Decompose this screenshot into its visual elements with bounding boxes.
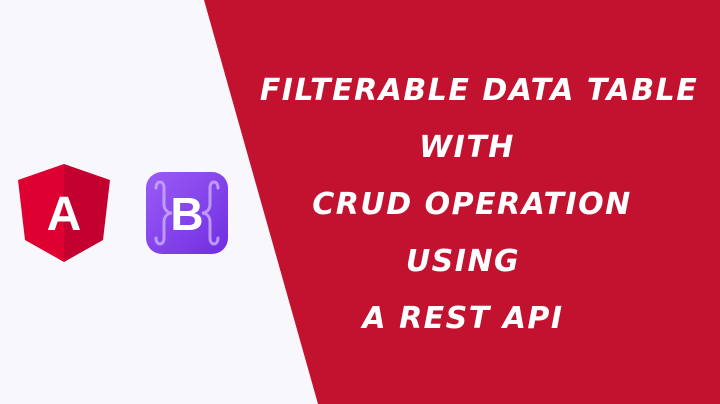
bootstrap-logo-letter: B <box>170 188 203 240</box>
headline-line-3: CRUD OPERATION <box>312 187 632 222</box>
headline-line-5: A REST API <box>362 301 564 336</box>
headline-line-1: FILTERABLE DATA TABLE <box>259 73 699 108</box>
angular-logo-letter: A <box>47 188 82 241</box>
angular-logo-icon: A <box>18 164 110 262</box>
thumbnail-canvas: A B FILTERABLE DATA TABLE WITH CRUD OPER… <box>0 0 720 404</box>
headline-line-4: USING <box>405 244 521 279</box>
headline: FILTERABLE DATA TABLE WITH CRUD OPERATIO… <box>232 62 718 347</box>
headline-line-2: WITH <box>419 130 515 165</box>
